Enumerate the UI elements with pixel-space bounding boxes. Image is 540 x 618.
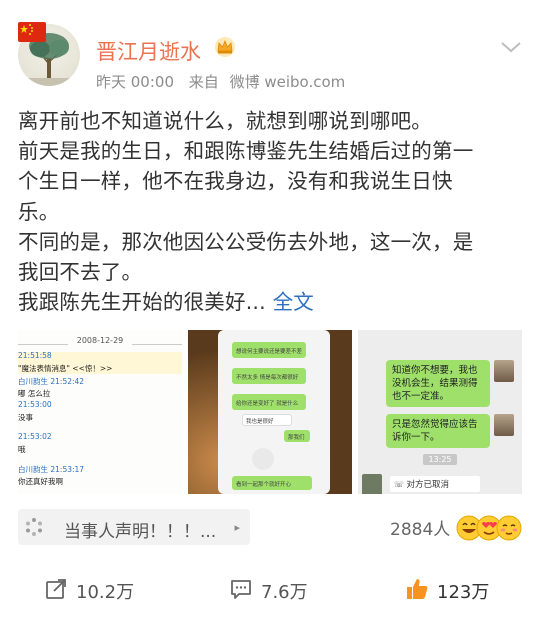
chatlog-line: 嘟 怎么拉 [18, 389, 51, 398]
repost-button[interactable]: 10.2万 [44, 576, 164, 603]
chat-text: 给你还是变好了 就是什么 [236, 401, 299, 407]
thumbs-up-icon [407, 579, 428, 599]
like-count: 123万 [437, 582, 490, 603]
post-source: 微博 weibo.com [229, 73, 346, 91]
chatlog-line: 哦 [18, 445, 26, 454]
fulltext-link[interactable]: 全文 [273, 290, 314, 314]
chevron-right-icon: ▸ [234, 521, 240, 534]
repost-icon [46, 579, 66, 599]
username[interactable]: 晋江月逝水 [96, 36, 201, 66]
post-meta: 昨天 00:00 来自 微博 weibo.com [96, 71, 355, 92]
post-line: 我跟陈先生开始的很美好... [18, 290, 266, 315]
cat-avatar [362, 474, 382, 494]
chatlog-line: 白川韵生 21:53:17 [18, 465, 85, 474]
post-line: 离开前也不知道说什么，就想到哪说到哪吧。 [18, 109, 432, 133]
loading-dots-icon [26, 518, 42, 536]
topic-chip[interactable]: 当事人声明！！！... ▸ [18, 509, 250, 545]
comment-icon [231, 580, 251, 599]
chatlog-line: 21:53:00 [18, 400, 52, 409]
chat-bubble: 知道你不想要，我也没机会生，结果测得也不一定准。 [386, 360, 490, 407]
call-cancelled-bubble: ☏ 对方已取消 [390, 476, 480, 492]
chatlog-line: 21:53:02 [18, 432, 52, 441]
chat-text: 想说何主要说还是要差不差 [236, 349, 303, 355]
chat-timestamp: 13:25 [358, 454, 522, 465]
chatlog-line: 没事 [18, 413, 33, 422]
chevron-down-icon[interactable] [500, 38, 522, 56]
action-bar: 10.2万 7.6万 123万 [0, 566, 540, 610]
like-button[interactable]: 123万 [405, 576, 515, 603]
reaction-count[interactable]: 2884人 [390, 515, 450, 540]
chatlog-date: 2008-12-29 [68, 336, 132, 345]
post-last-line: 我跟陈先生开始的很美好... 全文 [18, 287, 526, 317]
chatlog-line: 21:51:58 [18, 351, 52, 360]
chat-text: 看到一起那个就好开心 [236, 482, 292, 488]
china-flag-icon [18, 22, 46, 42]
chatlog-line: "魔法表情消息" <<惊！>> [18, 364, 113, 373]
repost-count: 10.2万 [76, 582, 135, 603]
post-content: 离开前也不知道说什么，就想到哪说到哪吧。 前天是我的生日，和跟陈博鉴先生结婚后过… [18, 106, 526, 317]
post-line: 个生日一样，他不在我身边，没有和我说生日快 [18, 169, 453, 194]
blushing-emoji-icon [496, 515, 522, 541]
chat-text: 那我们 [288, 435, 305, 441]
chat-text: 不然太多 情是每次都很好 [236, 375, 299, 381]
cancel-text: 对方已取消 [406, 480, 450, 490]
post-line: 乐。 [18, 199, 60, 224]
chatlog-line: 你还真好我啊 [18, 477, 63, 486]
chatlog-line: 白川韵生 21:52:42 [18, 377, 85, 386]
post-line: 我回不去了。 [18, 260, 143, 285]
chat-bubble: 只是忽然觉得应该告诉你一下。 [386, 414, 490, 448]
source-prefix: 来自 [188, 73, 219, 91]
crown-badge-icon[interactable] [214, 36, 236, 58]
chat-time: 13:25 [423, 454, 457, 465]
image-thumbnail-phone-photo[interactable]: 想说何主要说还是要差不差 不然太多 情是每次都很好 给你还是变好了 就是什么 我… [188, 330, 352, 494]
phone-screen: 想说何主要说还是要差不差 不然太多 情是每次都很好 给你还是变好了 就是什么 我… [218, 330, 330, 494]
contact-avatar [494, 414, 514, 436]
post-time: 昨天 00:00 [96, 73, 174, 91]
image-thumbnail-wechat[interactable]: 知道你不想要，我也没机会生，结果测得也不一定准。 只是忽然觉得应该告诉你一下。 … [358, 330, 522, 494]
image-thumbnail-chatlog[interactable]: 2008-12-29 21:51:58 "魔法表情消息" <<惊！>> 白川韵生… [18, 330, 182, 494]
post-line: 前天是我的生日，和跟陈博鉴先生结婚后过的第一 [18, 139, 474, 164]
chat-text: 我也是很好 [246, 419, 274, 425]
contact-avatar [494, 360, 514, 382]
comment-count: 7.6万 [261, 582, 308, 603]
post-line: 不同的是，那次他因公公受伤去外地，这一次，是 [18, 229, 474, 254]
comment-button[interactable]: 7.6万 [229, 576, 339, 603]
mushroom-sticker-icon [252, 448, 274, 470]
topic-label: 当事人声明！！！... [64, 522, 217, 542]
image-grid: 2008-12-29 21:51:58 "魔法表情消息" <<惊！>> 白川韵生… [18, 330, 522, 494]
post-header: 晋江月逝水 昨天 00:00 来自 微博 weibo.com [0, 0, 540, 100]
phone-icon: ☏ [394, 480, 407, 489]
